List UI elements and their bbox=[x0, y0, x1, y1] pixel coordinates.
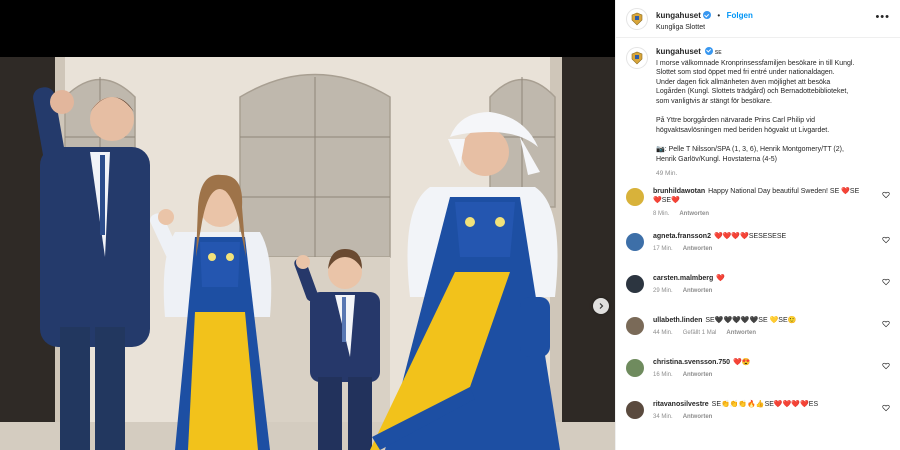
reply-button[interactable]: Antworten bbox=[683, 246, 713, 252]
comment-time: 44 Min. bbox=[653, 330, 673, 337]
heart-outline-icon[interactable] bbox=[882, 191, 890, 199]
comment-text: ❤️ bbox=[716, 274, 726, 282]
caption-timestamp: 49 Min. bbox=[656, 170, 678, 178]
caption-line: På Yttre borggården närvarade Prins Carl… bbox=[656, 117, 816, 125]
post-media bbox=[0, 0, 615, 450]
caption-line: Under dagen fick allmänheten även möjlig… bbox=[656, 78, 831, 86]
commenter-avatar[interactable] bbox=[626, 187, 644, 206]
comment-item: ritavanosilvestre SE👏👏👏🔥👍SE❤️❤️❤️❤️ES 34 … bbox=[626, 400, 890, 432]
comment-item: brunhildawotan Happy National Day beautif… bbox=[626, 187, 890, 232]
follow-button[interactable]: Folgen bbox=[727, 11, 753, 20]
post-header: kungahuset • Folgen Kungliga Slottet ••• bbox=[616, 0, 900, 38]
caption-line: högvaktsavlösningen med beriden högvakt … bbox=[656, 126, 830, 134]
reply-button[interactable]: Antworten bbox=[683, 288, 713, 294]
caption-credit: Henrik Garlöv/Kungl. Hovstaterna (4-5) bbox=[656, 155, 777, 163]
caption-line: Slottet som stod öppet med fri entré und… bbox=[656, 69, 835, 77]
reply-button[interactable]: Antworten bbox=[683, 414, 713, 420]
comment-list: brunhildawotan Happy National Day beautif… bbox=[616, 187, 900, 432]
comment-item: agneta.fransson2 ❤️❤️❤️❤️SESESESE 17 Min.… bbox=[626, 232, 890, 274]
photo-illustration bbox=[0, 57, 615, 450]
comment-like-count[interactable]: Gefällt 1 Mal bbox=[683, 330, 717, 336]
comment-item: carsten.malmberg ❤️ 29 Min. Antworten bbox=[626, 274, 890, 316]
caption-line: I morse välkomnade Kronprinsessfamiljen … bbox=[656, 59, 855, 67]
crest-icon bbox=[631, 51, 643, 65]
reply-button[interactable]: Antworten bbox=[726, 330, 756, 336]
comment-time: 8 Min. bbox=[653, 210, 670, 217]
comment-text: SE👏👏👏🔥👍SE❤️❤️❤️❤️ES bbox=[711, 400, 819, 408]
comment-time: 34 Min. bbox=[653, 414, 673, 421]
comment-username[interactable]: ullabeth.linden bbox=[653, 317, 702, 324]
post-photo bbox=[0, 57, 615, 450]
caption-avatar[interactable] bbox=[626, 47, 648, 69]
comment-text: SE🖤🖤🖤🖤🖤SE 💛SE🙂 bbox=[705, 316, 797, 324]
crest-icon bbox=[631, 12, 643, 25]
comment-username[interactable]: brunhildawotan bbox=[653, 188, 705, 195]
chevron-right-icon bbox=[599, 303, 604, 309]
comment-username[interactable]: agneta.fransson2 bbox=[653, 233, 711, 240]
heart-outline-icon[interactable] bbox=[882, 278, 890, 286]
post-side-panel: kungahuset • Folgen Kungliga Slottet •••… bbox=[615, 0, 900, 450]
commenter-avatar[interactable] bbox=[626, 232, 644, 251]
comment-text: Happy National Day beautiful Sweden! SE … bbox=[708, 187, 860, 195]
comment-item: ullabeth.linden SE🖤🖤🖤🖤🖤SE 💛SE🙂 44 Min. Gef… bbox=[626, 316, 890, 358]
reply-button[interactable]: Antworten bbox=[683, 372, 713, 378]
comment-time: 16 Min. bbox=[653, 372, 673, 379]
heart-outline-icon[interactable] bbox=[882, 404, 890, 412]
commenter-avatar[interactable] bbox=[626, 358, 644, 377]
commenter-avatar[interactable] bbox=[626, 274, 644, 293]
comment-text: ❤️❤️❤️❤️SESESESE bbox=[713, 232, 787, 240]
heart-outline-icon[interactable] bbox=[882, 320, 890, 328]
comment-time: 17 Min. bbox=[653, 246, 673, 253]
post-location[interactable]: Kungliga Slottet bbox=[656, 24, 753, 32]
flag-label: SE bbox=[714, 50, 722, 56]
more-options-icon[interactable]: ••• bbox=[875, 12, 890, 23]
commenter-avatar[interactable] bbox=[626, 316, 644, 335]
comment-item: christina.svensson.750 ❤️😍 16 Min. Antwort… bbox=[626, 358, 890, 400]
comment-username[interactable]: christina.svensson.750 bbox=[653, 359, 730, 366]
reply-button[interactable]: Antworten bbox=[679, 211, 709, 217]
comment-username[interactable]: carsten.malmberg bbox=[653, 275, 713, 282]
caption-username[interactable]: kungahuset bbox=[656, 47, 701, 56]
caption-credit: 📷: Pelle T Nilsson/SPA (1, 3, 6), Henrik… bbox=[656, 145, 844, 153]
next-image-button[interactable] bbox=[593, 298, 609, 314]
verified-badge-icon bbox=[702, 11, 711, 20]
separator-dot: • bbox=[717, 11, 721, 21]
commenter-avatar[interactable] bbox=[626, 400, 644, 419]
account-avatar[interactable] bbox=[626, 7, 648, 30]
comment-text: ❤️😍 bbox=[733, 358, 751, 366]
verified-badge-icon bbox=[704, 47, 713, 55]
caption-line: som vanligtvis är stängt för besökare. bbox=[656, 97, 772, 105]
heart-outline-icon[interactable] bbox=[882, 362, 890, 370]
comment-time: 29 Min. bbox=[653, 288, 673, 295]
comment-username[interactable]: ritavanosilvestre bbox=[653, 401, 709, 408]
account-username[interactable]: kungahuset bbox=[656, 11, 701, 20]
post-caption: kungahuset SE I morse välkomnade Kronpri… bbox=[616, 38, 900, 179]
comment-text-continued: ❤️SE❤️ bbox=[653, 197, 680, 205]
heart-outline-icon[interactable] bbox=[882, 236, 890, 244]
caption-line: Logården (Kungl. Slottets trädgård) och … bbox=[656, 88, 849, 96]
